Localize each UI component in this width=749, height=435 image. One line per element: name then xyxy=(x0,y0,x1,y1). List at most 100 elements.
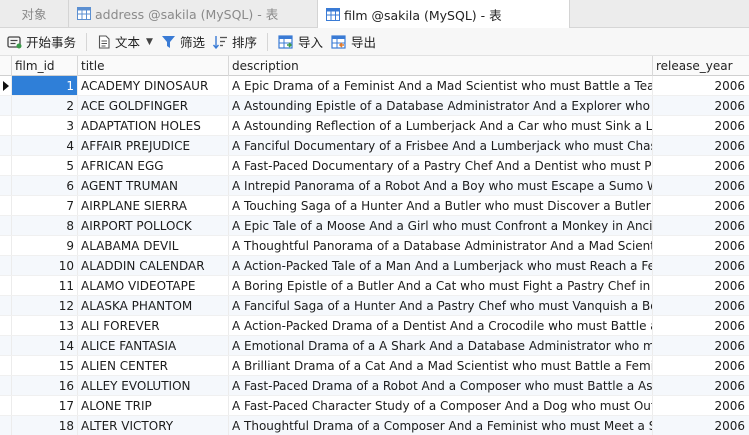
cell-description[interactable]: A Fanciful Saga of a Hunter And a Pastry… xyxy=(229,296,653,315)
filter-button[interactable]: 筛选 xyxy=(157,31,209,53)
cell-film-id[interactable]: 2 xyxy=(12,96,78,115)
cell-title[interactable]: ALIEN CENTER xyxy=(78,356,229,375)
tab-address-table[interactable]: address @sakila (MySQL) - 表 xyxy=(68,0,316,27)
cell-description[interactable]: A Action-Packed Drama of a Dentist And a… xyxy=(229,316,653,335)
column-header-description[interactable]: description xyxy=(229,56,653,76)
cell-description[interactable]: A Intrepid Panorama of a Robot And a Boy… xyxy=(229,176,653,195)
cell-film-id[interactable]: 9 xyxy=(12,236,78,255)
tab-objects[interactable]: 对象 xyxy=(0,0,68,27)
cell-film-id[interactable]: 8 xyxy=(12,216,78,235)
table-row[interactable]: 1 ACADEMY DINOSAUR A Epic Drama of a Femin… xyxy=(0,76,749,96)
table-row[interactable]: 7 AIRPLANE SIERRA A Touching Saga of a Hun… xyxy=(0,196,749,216)
cell-title[interactable]: AIRPORT POLLOCK xyxy=(78,216,229,235)
cell-film-id[interactable]: 6 xyxy=(12,176,78,195)
row-indicator[interactable] xyxy=(0,336,12,355)
export-button[interactable]: 导出 xyxy=(327,31,380,53)
cell-description[interactable]: A Thoughtful Panorama of a Database Admi… xyxy=(229,236,653,255)
cell-description[interactable]: A Emotional Drama of a A Shark And a Dat… xyxy=(229,336,653,355)
cell-description[interactable]: A Astounding Epistle of a Database Admin… xyxy=(229,96,653,115)
row-indicator[interactable] xyxy=(0,196,12,215)
cell-description[interactable]: A Touching Saga of a Hunter And a Butler… xyxy=(229,196,653,215)
row-indicator[interactable] xyxy=(0,176,12,195)
cell-film-id[interactable]: 16 xyxy=(12,376,78,395)
cell-film-id[interactable]: 15 xyxy=(12,356,78,375)
cell-description[interactable]: A Fast-Paced Character Study of a Compos… xyxy=(229,396,653,415)
row-indicator[interactable] xyxy=(0,116,12,135)
cell-film-id[interactable]: 4 xyxy=(12,136,78,155)
tab-film-table[interactable]: film @sakila (MySQL) - 表 xyxy=(317,0,570,28)
cell-film-id[interactable]: 1 xyxy=(12,76,78,95)
cell-release-year[interactable]: 2006 xyxy=(653,276,749,295)
cell-film-id[interactable]: 5 xyxy=(12,156,78,175)
cell-description[interactable]: A Brilliant Drama of a Cat And a Mad Sci… xyxy=(229,356,653,375)
table-row[interactable]: 9 ALABAMA DEVIL A Thoughtful Panorama of a… xyxy=(0,236,749,256)
cell-film-id[interactable]: 18 xyxy=(12,416,78,435)
row-indicator[interactable] xyxy=(0,396,12,415)
cell-release-year[interactable]: 2006 xyxy=(653,376,749,395)
cell-release-year[interactable]: 2006 xyxy=(653,396,749,415)
cell-title[interactable]: ACE GOLDFINGER xyxy=(78,96,229,115)
cell-release-year[interactable]: 2006 xyxy=(653,416,749,435)
cell-description[interactable]: A Fanciful Documentary of a Frisbee And … xyxy=(229,136,653,155)
row-indicator[interactable] xyxy=(0,136,12,155)
cell-release-year[interactable]: 2006 xyxy=(653,136,749,155)
cell-title[interactable]: ALLEY EVOLUTION xyxy=(78,376,229,395)
row-indicator[interactable] xyxy=(0,316,12,335)
row-indicator[interactable] xyxy=(0,296,12,315)
import-button[interactable]: 导入 xyxy=(274,31,327,53)
cell-title[interactable]: ADAPTATION HOLES xyxy=(78,116,229,135)
row-indicator[interactable] xyxy=(0,236,12,255)
row-indicator[interactable] xyxy=(0,76,12,95)
row-indicator[interactable] xyxy=(0,276,12,295)
row-indicator[interactable] xyxy=(0,216,12,235)
cell-film-id[interactable]: 11 xyxy=(12,276,78,295)
cell-description[interactable]: A Thoughtful Drama of a Composer And a F… xyxy=(229,416,653,435)
cell-title[interactable]: ALADDIN CALENDAR xyxy=(78,256,229,275)
cell-release-year[interactable]: 2006 xyxy=(653,336,749,355)
cell-title[interactable]: AGENT TRUMAN xyxy=(78,176,229,195)
cell-film-id[interactable]: 7 xyxy=(12,196,78,215)
table-row[interactable]: 2 ACE GOLDFINGER A Astounding Epistle of a… xyxy=(0,96,749,116)
table-row[interactable]: 17 ALONE TRIP A Fast-Paced Character Study… xyxy=(0,396,749,416)
table-row[interactable]: 18 ALTER VICTORY A Thoughtful Drama of a C… xyxy=(0,416,749,435)
row-indicator[interactable] xyxy=(0,156,12,175)
table-row[interactable]: 15 ALIEN CENTER A Brilliant Drama of a Cat… xyxy=(0,356,749,376)
table-row[interactable]: 5 AFRICAN EGG A Fast-Paced Documentary of … xyxy=(0,156,749,176)
cell-release-year[interactable]: 2006 xyxy=(653,296,749,315)
cell-release-year[interactable]: 2006 xyxy=(653,196,749,215)
table-row[interactable]: 10 ALADDIN CALENDAR A Action-Packed Tale o… xyxy=(0,256,749,276)
cell-title[interactable]: ALASKA PHANTOM xyxy=(78,296,229,315)
cell-film-id[interactable]: 3 xyxy=(12,116,78,135)
cell-title[interactable]: AFFAIR PREJUDICE xyxy=(78,136,229,155)
column-header-release-year[interactable]: release_year xyxy=(653,56,749,76)
cell-title[interactable]: ALONE TRIP xyxy=(78,396,229,415)
begin-transaction-button[interactable]: 开始事务 xyxy=(3,31,80,53)
row-indicator[interactable] xyxy=(0,376,12,395)
cell-release-year[interactable]: 2006 xyxy=(653,316,749,335)
cell-description[interactable]: A Epic Tale of a Moose And a Girl who mu… xyxy=(229,216,653,235)
cell-description[interactable]: A Boring Epistle of a Butler And a Cat w… xyxy=(229,276,653,295)
sort-button[interactable]: 排序 xyxy=(209,31,261,53)
row-indicator[interactable] xyxy=(0,356,12,375)
cell-release-year[interactable]: 2006 xyxy=(653,96,749,115)
cell-title[interactable]: ACADEMY DINOSAUR xyxy=(78,76,229,95)
table-row[interactable]: 6 AGENT TRUMAN A Intrepid Panorama of a Ro… xyxy=(0,176,749,196)
cell-film-id[interactable]: 17 xyxy=(12,396,78,415)
cell-release-year[interactable]: 2006 xyxy=(653,356,749,375)
row-indicator[interactable] xyxy=(0,256,12,275)
table-row[interactable]: 14 ALICE FANTASIA A Emotional Drama of a A… xyxy=(0,336,749,356)
cell-release-year[interactable]: 2006 xyxy=(653,156,749,175)
cell-release-year[interactable]: 2006 xyxy=(653,236,749,255)
table-row[interactable]: 4 AFFAIR PREJUDICE A Fanciful Documentary … xyxy=(0,136,749,156)
column-header-title[interactable]: title xyxy=(78,56,229,76)
cell-title[interactable]: AFRICAN EGG xyxy=(78,156,229,175)
cell-title[interactable]: ALICE FANTASIA xyxy=(78,336,229,355)
table-row[interactable]: 8 AIRPORT POLLOCK A Epic Tale of a Moose A… xyxy=(0,216,749,236)
table-row[interactable]: 11 ALAMO VIDEOTAPE A Boring Epistle of a B… xyxy=(0,276,749,296)
cell-title[interactable]: ALI FOREVER xyxy=(78,316,229,335)
row-indicator[interactable] xyxy=(0,96,12,115)
cell-description[interactable]: A Fast-Paced Drama of a Robot And a Comp… xyxy=(229,376,653,395)
cell-description[interactable]: A Fast-Paced Documentary of a Pastry Che… xyxy=(229,156,653,175)
table-row[interactable]: 12 ALASKA PHANTOM A Fanciful Saga of a Hun… xyxy=(0,296,749,316)
cell-film-id[interactable]: 12 xyxy=(12,296,78,315)
